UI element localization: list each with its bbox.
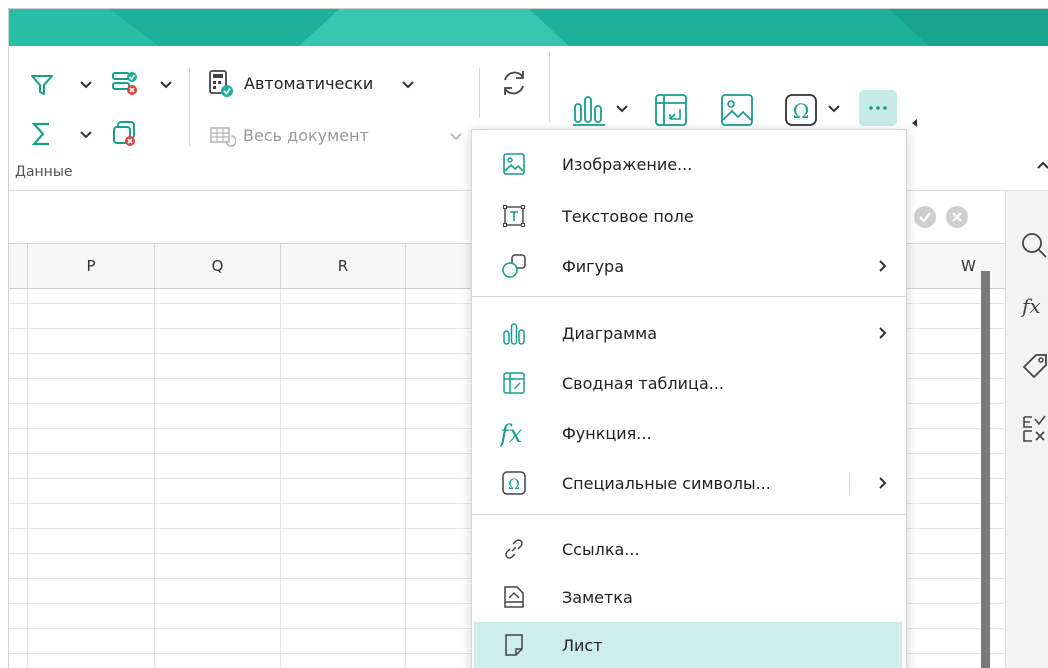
- insert-chart-button[interactable]: [569, 90, 609, 130]
- title-band-decoration: [9, 9, 1048, 46]
- column-header-q[interactable]: Q: [155, 244, 281, 288]
- validation-list-icon[interactable]: [1022, 413, 1048, 443]
- side-panel: fx: [1005, 191, 1048, 668]
- row-header-corner: [9, 244, 28, 288]
- menu-item-label: Фигура: [562, 256, 625, 276]
- autosum-button[interactable]: [27, 118, 57, 150]
- menu-item-sheet[interactable]: Лист: [474, 622, 902, 668]
- ribbon-separator: [549, 52, 550, 122]
- more-dots-icon: [869, 106, 887, 110]
- image-icon: [500, 150, 528, 178]
- filter-button[interactable]: [27, 70, 57, 100]
- menu-item-label: Лист: [562, 635, 603, 655]
- filter-icon: [31, 75, 53, 95]
- menu-item-label: Ссылка...: [562, 539, 640, 559]
- menu-item-pivot-table[interactable]: Сводная таблица...: [474, 360, 902, 406]
- column-header-w[interactable]: W: [909, 244, 989, 288]
- note-icon: [500, 583, 528, 611]
- validation-icon: [112, 72, 137, 95]
- calculator-icon: [209, 70, 233, 97]
- image-icon: [721, 94, 753, 126]
- insert-image-button[interactable]: [717, 90, 757, 130]
- svg-text:fx: fx: [1020, 294, 1041, 318]
- menu-item-special-symbols[interactable]: Ω Специальные символы...: [474, 460, 902, 506]
- clear-validation-icon: [113, 121, 135, 146]
- recalc-scope-label[interactable]: Весь документ: [243, 126, 369, 145]
- menu-item-label: Изображение...: [562, 154, 693, 174]
- function-icon[interactable]: fx: [1020, 291, 1048, 321]
- svg-text:Ω: Ω: [793, 99, 810, 123]
- app-window: Автоматически Весь документ Ω Данные P Q…: [8, 8, 1048, 668]
- menu-item-shape[interactable]: Фигура: [474, 243, 902, 289]
- menu-item-note[interactable]: Заметка: [474, 574, 902, 620]
- menu-item-label: Заметка: [562, 587, 633, 607]
- chevron-down-icon[interactable]: [79, 130, 93, 140]
- menu-item-label: Текстовое поле: [562, 206, 694, 226]
- menu-item-label: Специальные символы...: [562, 473, 771, 493]
- vertical-scrollbar[interactable]: [981, 271, 990, 668]
- insert-symbol-button[interactable]: Ω: [781, 90, 821, 130]
- text-box-icon: [500, 202, 528, 230]
- menu-item-link[interactable]: Ссылка...: [474, 526, 902, 572]
- menu-item-chart[interactable]: Диаграмма: [474, 310, 902, 356]
- split-divider: [849, 473, 850, 495]
- collapse-ribbon-icon[interactable]: [1037, 160, 1048, 170]
- omega-icon: Ω: [500, 469, 528, 497]
- menu-separator: [472, 514, 906, 515]
- sheet-icon: [500, 631, 528, 659]
- menu-item-label: Диаграмма: [562, 323, 658, 343]
- title-band: [9, 9, 1048, 46]
- confirm-icon[interactable]: [914, 206, 936, 228]
- svg-text:Ω: Ω: [508, 477, 520, 493]
- recalc-scope-button[interactable]: [207, 122, 237, 150]
- chevron-down-icon[interactable]: [615, 104, 629, 114]
- calc-mode-label[interactable]: Автоматически: [244, 74, 373, 93]
- chevron-down-icon: [450, 133, 462, 141]
- chart-icon: [500, 319, 528, 347]
- link-icon: [500, 535, 528, 563]
- pivot-table-icon: [655, 94, 687, 126]
- caret-left-icon: [912, 119, 917, 127]
- chevron-down-icon[interactable]: [79, 80, 93, 90]
- ribbon-separator: [479, 68, 480, 118]
- chevron-right-icon: [879, 327, 887, 339]
- insert-menu: Изображение... Текстовое поле Фигура Диа…: [471, 129, 907, 668]
- chevron-down-icon[interactable]: [159, 80, 173, 90]
- spreadsheet-refresh-icon: [210, 127, 236, 147]
- calculation-mode-button[interactable]: [205, 68, 237, 100]
- menu-item-text-box[interactable]: Текстовое поле: [474, 193, 902, 239]
- shape-icon: [500, 252, 528, 280]
- search-icon[interactable]: [1020, 231, 1048, 261]
- sum-icon: [31, 122, 49, 146]
- refresh-icon: [504, 71, 524, 95]
- function-icon: fx: [500, 419, 528, 447]
- chart-icon: [573, 96, 605, 126]
- chevron-down-icon[interactable]: [827, 104, 841, 114]
- menu-item-image[interactable]: Изображение...: [474, 141, 902, 187]
- omega-icon: Ω: [785, 94, 817, 126]
- ribbon-group-label: Данные: [15, 164, 73, 180]
- pivot-table-icon: [500, 369, 528, 397]
- menu-separator: [472, 296, 906, 297]
- insert-pivot-button[interactable]: [651, 90, 691, 130]
- refresh-button[interactable]: [497, 66, 531, 100]
- chevron-right-icon[interactable]: [878, 476, 888, 490]
- column-header-p[interactable]: P: [28, 244, 155, 288]
- ribbon-separator: [189, 68, 190, 146]
- tag-icon[interactable]: [1020, 351, 1048, 381]
- clear-validation-button[interactable]: [109, 118, 141, 150]
- menu-item-label: Функция...: [562, 423, 652, 443]
- chevron-down-icon[interactable]: [401, 80, 415, 90]
- menu-item-function[interactable]: fx Функция...: [474, 410, 902, 456]
- cancel-icon[interactable]: [946, 206, 968, 228]
- menu-item-label: Сводная таблица...: [562, 373, 724, 393]
- data-validation-button[interactable]: [109, 68, 141, 100]
- chevron-right-icon: [879, 260, 887, 272]
- column-header-r[interactable]: R: [281, 244, 406, 288]
- more-button[interactable]: [859, 90, 897, 126]
- svg-text:fx: fx: [500, 420, 523, 447]
